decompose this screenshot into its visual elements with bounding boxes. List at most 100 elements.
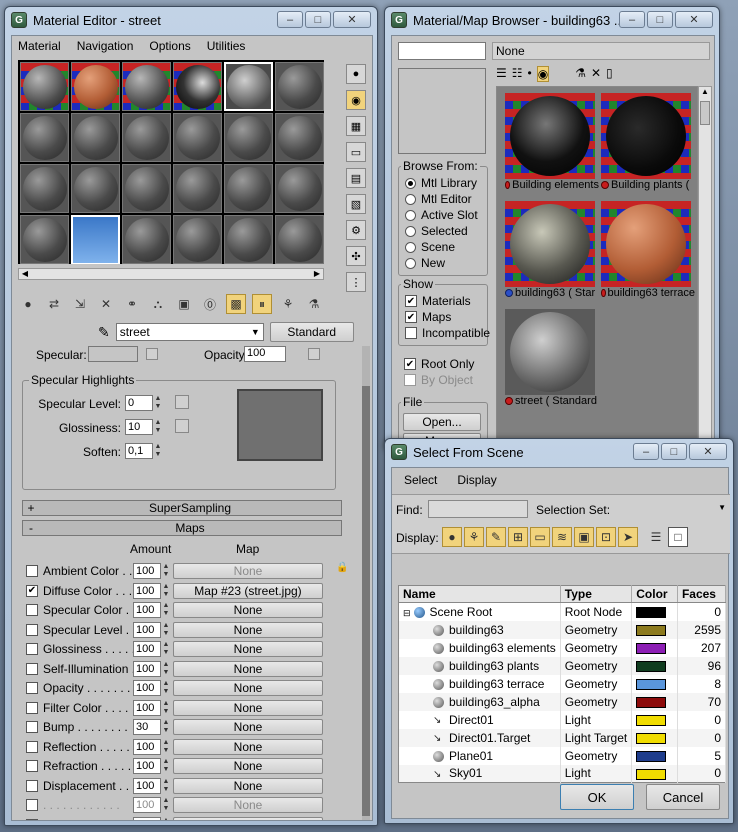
browse-from-option[interactable]: New [405, 255, 478, 271]
map-enable-checkbox[interactable] [26, 643, 38, 655]
clear-library-icon[interactable]: ▯ [606, 66, 613, 82]
spinner-arrows-icon[interactable]: ▲▼ [161, 563, 171, 579]
lock-icon[interactable]: 🔒 [336, 562, 348, 576]
spinner-arrows-icon[interactable]: ▲▼ [161, 583, 171, 599]
display-shapes-icon[interactable]: ⚘ [464, 527, 484, 547]
map-amount-value[interactable]: 100 [133, 602, 161, 618]
spinner-arrows-icon[interactable]: ▲▼ [153, 395, 163, 411]
map-amount-spinner[interactable]: 100▲▼ [133, 777, 171, 794]
menu-options[interactable]: Options [149, 39, 190, 53]
sample-slot[interactable] [173, 62, 222, 111]
sample-slot[interactable] [20, 215, 69, 264]
map-enable-checkbox[interactable] [26, 740, 38, 753]
spinner-arrows-icon[interactable]: ▲▼ [161, 641, 171, 657]
checkbox-icon[interactable] [404, 374, 416, 386]
show-option[interactable]: ✔ Maps [405, 309, 490, 325]
spinner-arrows-icon[interactable]: ▲▼ [161, 778, 171, 794]
scroll-left-arrow-icon[interactable]: ◀ [19, 269, 31, 279]
sample-slot[interactable] [173, 164, 222, 213]
menu-material[interactable]: Material [18, 39, 61, 53]
table-row[interactable]: building63_alpha Geometry 70 [398, 692, 727, 711]
close-button[interactable]: ✕ [689, 443, 727, 460]
show-map-in-viewport-icon[interactable]: ⓪ [200, 294, 220, 314]
browser-search-field[interactable] [398, 42, 486, 60]
map-amount-value[interactable]: 100 [133, 621, 161, 638]
map-amount-spinner[interactable]: 100▲▼ [133, 699, 171, 716]
sample-slot[interactable] [122, 215, 171, 264]
map-slot-button[interactable]: None [173, 777, 323, 794]
minimize-button[interactable]: – [277, 11, 303, 28]
map-slot-button[interactable]: None [173, 758, 323, 774]
get-material-icon[interactable]: ● [18, 294, 38, 314]
table-row[interactable]: building63 elements Geometry 207 [398, 638, 727, 657]
chevron-down-icon[interactable]: ▼ [718, 503, 726, 512]
maps-rollout-header[interactable]: - Maps [22, 520, 342, 536]
browser-item[interactable]: building63 ( Star [505, 201, 595, 301]
material-name-field[interactable]: street ▼ [115, 323, 264, 341]
spinner-arrows-icon[interactable]: ▲▼ [161, 700, 171, 716]
show-option[interactable]: Incompatible [405, 325, 490, 341]
browser-titlebar[interactable]: G Material/Map Browser - building63 ... … [385, 7, 719, 33]
browse-from-option[interactable]: Selected [405, 223, 478, 239]
map-enable-checkbox[interactable] [26, 818, 38, 820]
sample-slot[interactable] [173, 215, 222, 264]
open-button[interactable]: Open... [403, 413, 481, 431]
map-amount-value[interactable]: 100 [133, 699, 161, 716]
radio-icon[interactable] [405, 209, 416, 221]
select-by-material-icon[interactable]: ✣ [346, 246, 366, 266]
table-row[interactable]: Plane01 Geometry 5 [398, 746, 727, 765]
map-slot-button[interactable]: None [173, 563, 323, 579]
make-unique-icon[interactable]: ⚭ [122, 294, 142, 314]
spinner-arrows-icon[interactable]: ▲▼ [153, 419, 163, 435]
map-amount-spinner[interactable]: 100▲▼ [133, 758, 171, 774]
map-amount-value[interactable]: 100 [133, 582, 161, 599]
options-icon[interactable]: ⚙ [346, 220, 366, 240]
material-effects-channel-icon[interactable]: ▣ [174, 294, 194, 314]
radio-icon[interactable] [405, 177, 416, 189]
map-amount-value[interactable]: 100 [133, 738, 161, 755]
map-amount-value[interactable]: 30 [133, 719, 161, 735]
map-enable-checkbox[interactable]: ✔ [26, 584, 38, 597]
column-header-name[interactable]: Name [398, 585, 561, 603]
sample-slot[interactable] [122, 62, 171, 111]
table-row[interactable]: ↘ Direct01 Light 0 [398, 710, 727, 729]
sample-slot[interactable] [20, 113, 69, 162]
view-small-icons-icon[interactable]: • [528, 66, 532, 82]
map-slot-button[interactable]: None [173, 816, 323, 820]
browser-vertical-scrollbar[interactable]: ▲ [698, 86, 712, 446]
browser-scroll-thumb[interactable] [700, 101, 710, 125]
specular-level-spinner[interactable]: 0 ▲ ▼ [125, 395, 163, 411]
uv-tiling-icon[interactable]: ▭ [346, 142, 366, 162]
opacity-map-button[interactable] [308, 348, 320, 360]
browser-item[interactable]: Building plants ( [601, 93, 691, 193]
map-enable-checkbox[interactable] [26, 604, 38, 616]
radio-icon[interactable] [405, 257, 416, 269]
sample-slot[interactable] [122, 113, 171, 162]
map-amount-value[interactable]: 100 [133, 680, 161, 696]
rollout-scroll-thumb[interactable] [362, 386, 370, 816]
sample-slot[interactable] [275, 113, 324, 162]
map-enable-checkbox[interactable] [26, 721, 38, 733]
select-from-scene-titlebar[interactable]: G Select From Scene – □ ✕ [385, 439, 733, 465]
glossiness-spinner[interactable]: 10 ▲ ▼ [125, 419, 163, 435]
display-spacewarps-icon[interactable]: ≋ [552, 527, 572, 547]
browse-from-option[interactable]: Mtl Library [405, 175, 478, 191]
assign-material-icon[interactable]: ⇲ [70, 294, 90, 314]
ok-button[interactable]: OK [560, 784, 634, 810]
map-enable-checkbox[interactable] [26, 779, 38, 792]
spinner-arrows-icon[interactable]: ▲▼ [161, 739, 171, 755]
display-cameras-icon[interactable]: ⊞ [508, 527, 528, 547]
map-amount-spinner[interactable]: 100▲▼ [133, 660, 171, 677]
show-end-result-icon[interactable]: ▩ [226, 294, 246, 314]
minimize-button[interactable]: – [619, 11, 645, 28]
make-preview-icon[interactable]: ▧ [346, 194, 366, 214]
sample-slot[interactable] [20, 62, 69, 111]
display-none-icon[interactable]: □ [668, 527, 688, 547]
map-amount-value[interactable]: 100 [133, 641, 161, 657]
sample-slot[interactable] [275, 164, 324, 213]
map-enable-checkbox[interactable] [26, 565, 38, 577]
map-slot-button[interactable]: None [173, 680, 323, 696]
checkbox-icon[interactable]: ✔ [405, 311, 417, 323]
map-amount-spinner[interactable]: 100▲▼ [133, 641, 171, 657]
spinner-arrows-icon[interactable]: ▲▼ [161, 817, 171, 821]
